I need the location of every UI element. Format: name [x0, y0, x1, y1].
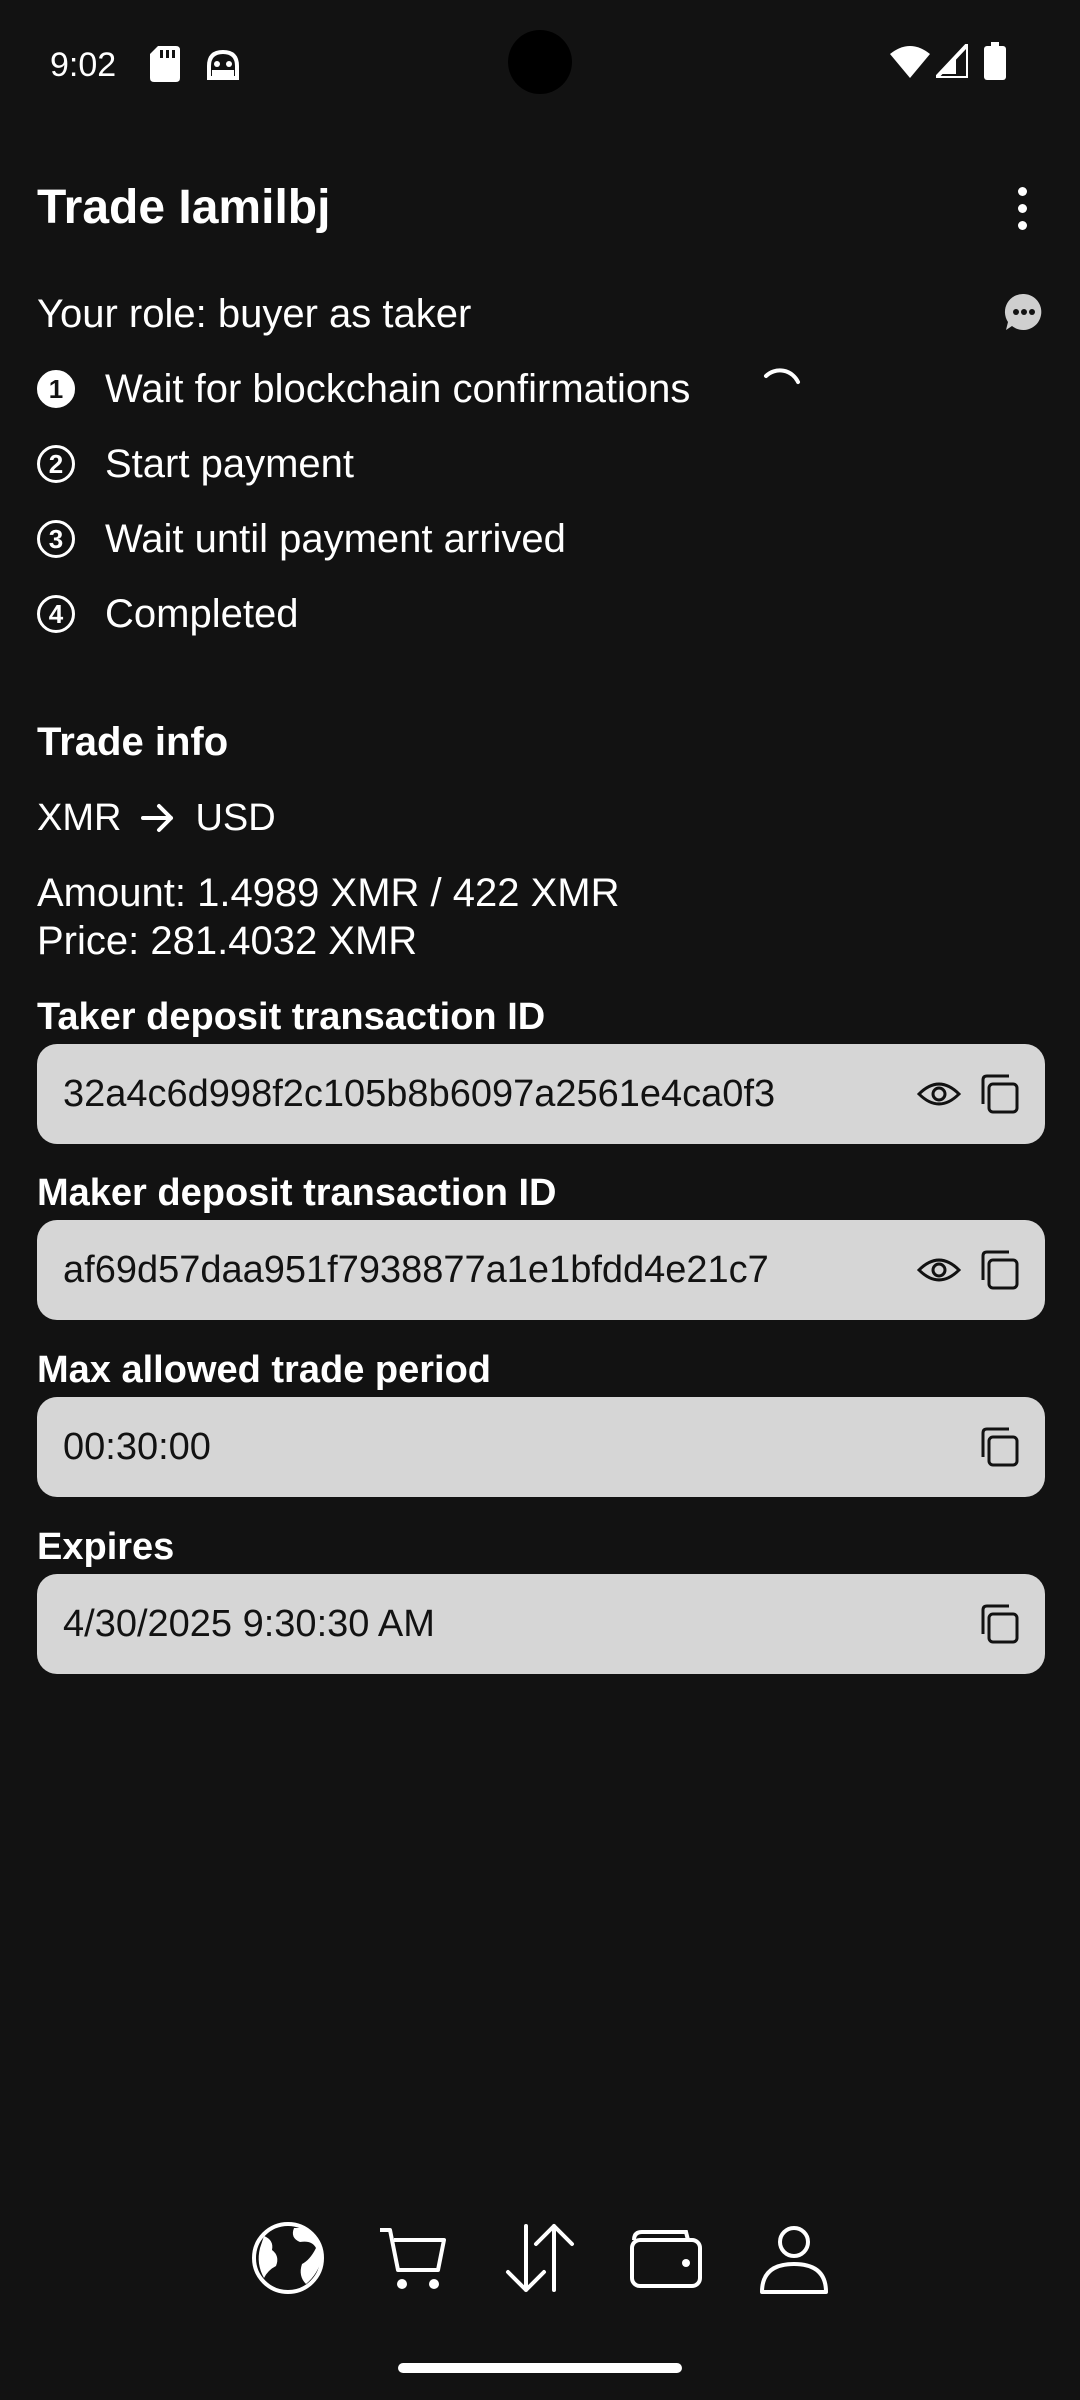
sd-card-icon [150, 46, 180, 82]
step-number-badge: 3 [37, 520, 75, 558]
cell-signal-icon [936, 44, 968, 78]
step-3: 3 Wait until payment arrived [37, 513, 566, 565]
more-options-button[interactable] [1000, 178, 1044, 238]
taker-deposit-field: 32a4c6d998f2c105b8b6097a2561e4ca0f3 [37, 1044, 1045, 1144]
maker-deposit-field: af69d57daa951f7938877a1e1bfdd4e21c7 [37, 1220, 1045, 1320]
globe-icon[interactable] [250, 2220, 326, 2296]
trade-info-title: Trade info [37, 720, 229, 764]
copy-icon[interactable] [977, 1425, 1021, 1469]
expires-value: 4/30/2025 9:30:30 AM [63, 1603, 435, 1645]
expires-label: Expires [37, 1526, 175, 1568]
more-vert-dot [1017, 220, 1027, 230]
step-label: Completed [105, 591, 299, 636]
status-time: 9:02 [50, 46, 117, 84]
step-label: Wait for blockchain confirmations [105, 366, 691, 411]
step-number-badge: 4 [37, 595, 75, 633]
from-currency: XMR [37, 797, 122, 839]
wifi-icon [890, 46, 930, 78]
max-trade-period-label: Max allowed trade period [37, 1349, 491, 1391]
loading-spinner-icon [764, 368, 800, 384]
maker-deposit-value: af69d57daa951f7938877a1e1bfdd4e21c7 [63, 1249, 769, 1291]
expires-field: 4/30/2025 9:30:30 AM [37, 1574, 1045, 1674]
arrow-right-icon [141, 804, 174, 832]
step-number-badge: 2 [37, 445, 75, 483]
maker-deposit-label: Maker deposit transaction ID [37, 1172, 557, 1214]
step-1: 1 Wait for blockchain confirmations [37, 363, 690, 415]
more-vert-icon [1017, 186, 1027, 196]
front-camera [508, 30, 572, 94]
to-currency: USD [195, 797, 276, 839]
battery-icon [984, 42, 1006, 80]
step-2: 2 Start payment [37, 438, 354, 490]
copy-icon[interactable] [977, 1602, 1021, 1646]
max-trade-period-field: 00:30:00 [37, 1397, 1045, 1497]
eye-icon[interactable] [917, 1250, 961, 1290]
currency-pair: XMR USD [37, 792, 276, 844]
step-4: 4 Completed [37, 588, 298, 640]
home-indicator[interactable] [398, 2363, 682, 2373]
profile-icon[interactable] [756, 2220, 832, 2296]
step-number-badge: 1 [37, 370, 75, 408]
taker-deposit-label: Taker deposit transaction ID [37, 996, 546, 1038]
copy-icon[interactable] [977, 1248, 1021, 1292]
wallet-icon[interactable] [628, 2220, 704, 2296]
eye-icon[interactable] [917, 1074, 961, 1114]
price-text: Price: 281.4032 XMR [37, 919, 418, 963]
page-title: Trade Iamilbj [37, 181, 331, 234]
amount-text: Amount: 1.4989 XMR / 422 XMR [37, 871, 620, 915]
max-trade-period-value: 00:30:00 [63, 1426, 211, 1468]
chat-bubble-icon[interactable] [1002, 290, 1046, 334]
step-label: Wait until payment arrived [105, 516, 566, 561]
android-debug-icon [207, 49, 239, 80]
more-vert-dot [1017, 203, 1027, 213]
role-text: Your role: buyer as taker [37, 292, 472, 336]
swap-icon[interactable] [502, 2220, 578, 2296]
cart-icon[interactable] [376, 2220, 452, 2296]
copy-icon[interactable] [977, 1072, 1021, 1116]
step-label: Start payment [105, 441, 355, 486]
taker-deposit-value: 32a4c6d998f2c105b8b6097a2561e4ca0f3 [63, 1073, 776, 1115]
